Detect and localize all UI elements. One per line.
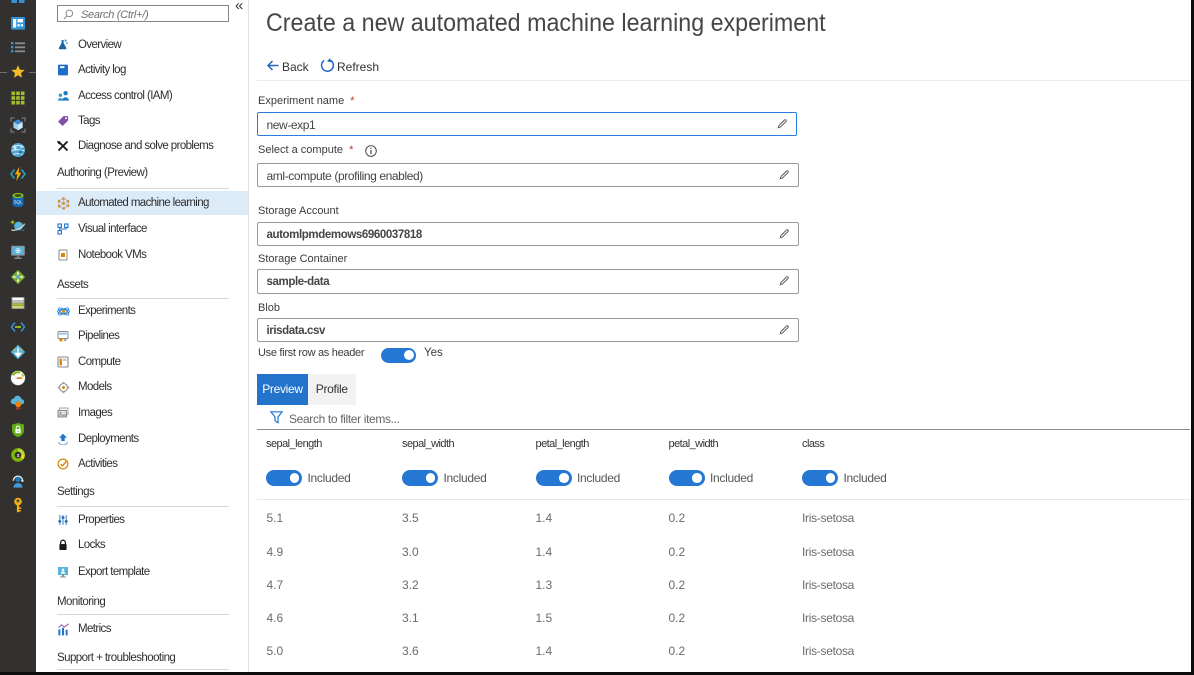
svg-text:SQL: SQL: [14, 199, 23, 204]
svg-text:$: $: [17, 453, 20, 458]
